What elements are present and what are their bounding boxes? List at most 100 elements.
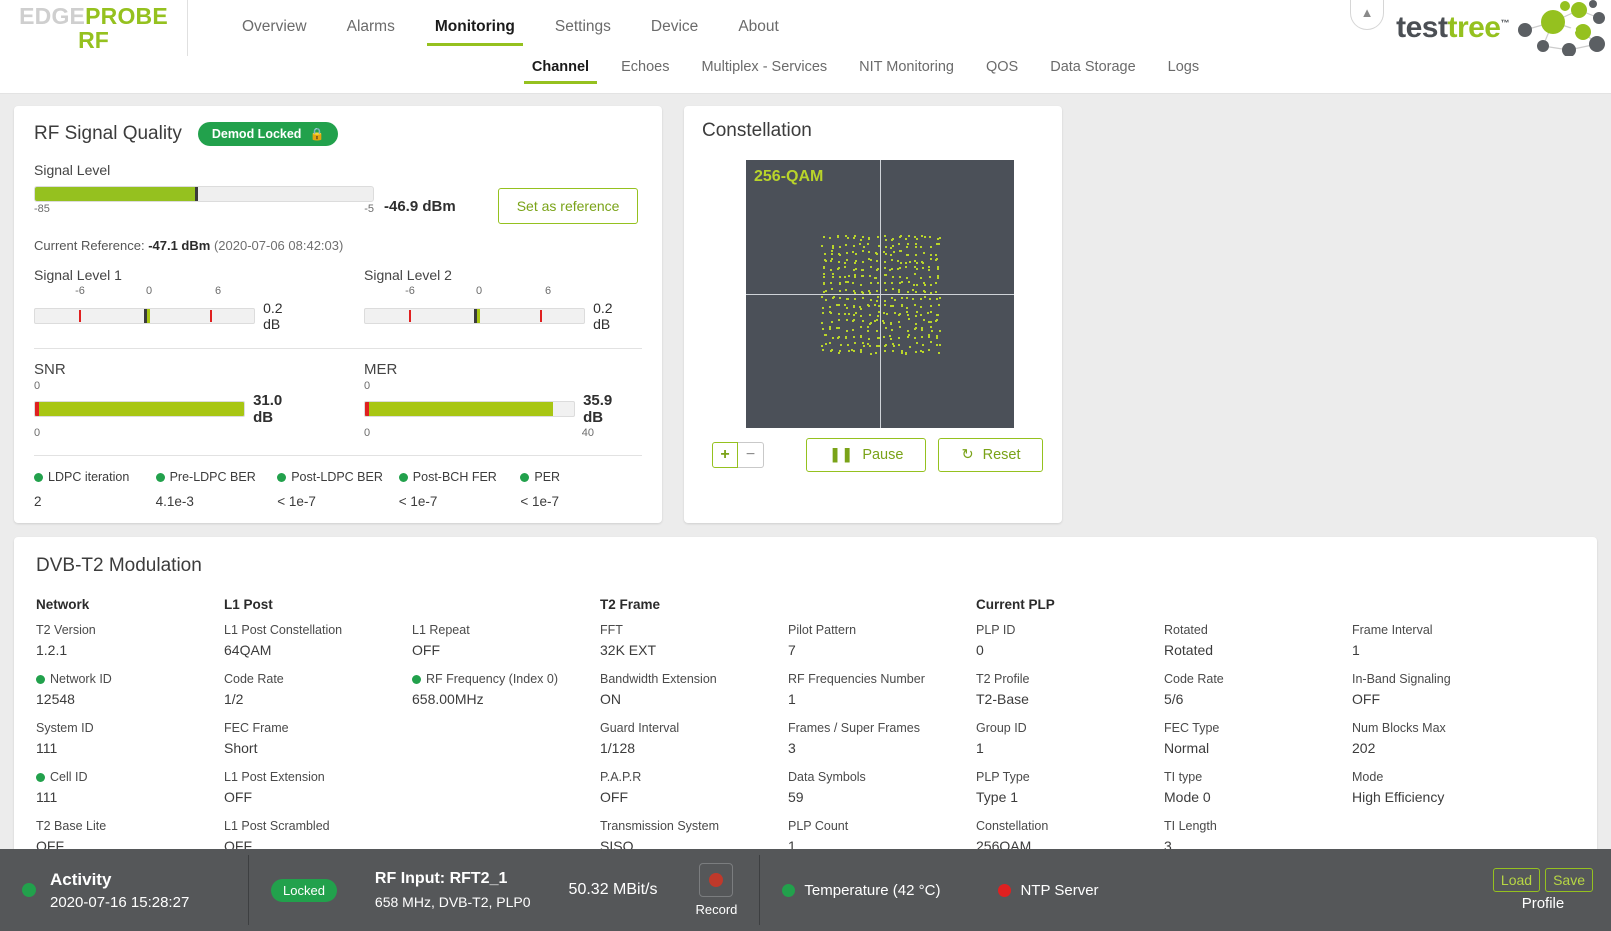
load-profile-button[interactable]: Load [1492, 868, 1541, 892]
dvb-field-label-wrap: P.A.P.R [600, 770, 788, 784]
dvb-field-value: 5/6 [1164, 691, 1184, 707]
profile-section: Load Save Profile [1492, 849, 1611, 931]
dvb-field-label: Code Rate [224, 672, 284, 686]
dvb-group-l1-post: L1 Post L1 Post Constellation 64QAM Code Ra… [224, 597, 600, 849]
level-tick-0: -6 [405, 285, 415, 297]
reset-label: Reset [982, 447, 1021, 463]
dvb-field-label-wrap: Code Rate [1164, 672, 1352, 686]
dvb-field-label-wrap: RF Frequency (Index 0) [412, 672, 600, 686]
brand-text-tree: tree [1447, 11, 1501, 44]
record-control[interactable]: Record [695, 863, 737, 917]
constellation-plot[interactable]: 256-QAM [746, 160, 1014, 428]
dvb-field-label-wrap: L1 Post Scrambled [224, 819, 412, 833]
zoom-in-button[interactable]: + [712, 442, 738, 468]
bitrate-value: 50.32 MBit/s [568, 881, 658, 898]
nav-item-device[interactable]: Device [635, 14, 714, 46]
dvb-group-header: T2 Frame [600, 597, 661, 612]
error-metric-value: 2 [34, 494, 42, 509]
dvb-field-label-wrap: L1 Repeat [412, 623, 600, 637]
dvb-group-header: Network [36, 597, 90, 612]
dvb-field-label-wrap: FEC Type [1164, 721, 1352, 735]
zoom-out-button[interactable]: − [738, 442, 764, 468]
dvb-field-label-wrap: T2 Base Lite [36, 819, 224, 833]
dvb-field-label: Guard Interval [600, 721, 680, 735]
dvb-field-value: Normal [1164, 740, 1210, 756]
dvb-field-label: TI Length [1164, 819, 1217, 833]
dvb-field-label-wrap: Code Rate [224, 672, 412, 686]
activity-status-dot [22, 883, 36, 897]
product-logo: EDGEPROBE RF [0, 0, 188, 56]
tab-data-storage[interactable]: Data Storage [1034, 56, 1151, 84]
dvb-field-label-wrap: L1 Post Extension [224, 770, 412, 784]
signal-level-2-label: Signal Level 2 [364, 267, 452, 283]
nav-item-settings[interactable]: Settings [539, 14, 627, 46]
logo-probe-text: PROBE [85, 2, 168, 29]
save-profile-button[interactable]: Save [1545, 868, 1593, 892]
dvb-field-label: Data Symbols [788, 770, 866, 784]
tab-echoes[interactable]: Echoes [605, 56, 685, 84]
tab-logs[interactable]: Logs [1152, 56, 1215, 84]
pause-button[interactable]: ❚❚ Pause [806, 438, 927, 472]
brand-text-test: test [1396, 11, 1448, 44]
tab-qos[interactable]: QOS [970, 56, 1034, 84]
record-button[interactable] [699, 863, 734, 897]
current-reference-timestamp: (2020-07-06 08:42:03) [213, 238, 344, 253]
dvb-field-value: SISO [600, 838, 634, 849]
dvb-field-value [412, 796, 600, 813]
error-metric-label: PER [534, 470, 561, 484]
status-dot-green-icon [277, 472, 287, 482]
snr-scale: 0 [34, 427, 264, 439]
nav-item-about[interactable]: About [722, 14, 795, 46]
dvb-field-value: 0 [976, 642, 984, 658]
dvb-field-value: 1 [976, 740, 984, 756]
dvb-field-label: System ID [36, 721, 94, 735]
rf-title-row: RF Signal Quality Demod Locked 🔒 [34, 122, 642, 146]
level-cursor [143, 309, 150, 323]
dvb-group-header: Current PLP [976, 597, 1055, 612]
dvb-field-value: Mode 0 [1164, 789, 1211, 805]
status-badge: Demod Locked 🔒 [197, 122, 339, 146]
signal-level-gauge: -85 -5 [34, 186, 374, 215]
reset-button[interactable]: ↻ Reset [938, 438, 1044, 472]
nav-item-overview[interactable]: Overview [226, 14, 323, 46]
error-metric-label: Pre-LDPC BER [169, 470, 256, 484]
signal-level-cursor [195, 187, 199, 201]
error-metric-value: < 1e-7 [520, 494, 560, 509]
signal-level-1-value: 0.2 dB [263, 300, 283, 332]
constellation-points [746, 160, 1014, 428]
rf-input-name: RF Input: RFT2_1 [374, 870, 508, 887]
snr-scale-min: 0 [34, 427, 41, 439]
signal-level-1-gauge: Signal Level 1 -6 0 6 0.2 dB [34, 267, 302, 332]
red-limit-low [408, 310, 411, 322]
tab-channel[interactable]: Channel [516, 56, 605, 84]
status-indicator: NTP Server [998, 882, 1099, 899]
dvb-field-label-wrap: Constellation [976, 819, 1164, 833]
set-as-reference-button[interactable]: Set as reference [497, 188, 639, 224]
nav-item-alarms[interactable]: Alarms [331, 14, 411, 46]
dvb-field-label: Frame Interval [1352, 623, 1433, 637]
error-metric-value: < 1e-7 [277, 494, 316, 509]
mer-bar [364, 401, 576, 417]
dvb-column: Frame Interval 1 In-Band Signaling OFF Num B… [1352, 597, 1540, 849]
dvb-group-t2-frame: T2 Frame FFT 32K EXT Bandwidth Extension ON G… [600, 597, 976, 849]
nav-item-monitoring[interactable]: Monitoring [419, 14, 531, 46]
chevron-up-icon[interactable]: ▲ [1350, 0, 1385, 30]
activity-datetime: 2020-07-16 15:28:27 [50, 893, 190, 911]
dvb-title: DVB-T2 Modulation [36, 555, 202, 576]
signal-level-2-bar [364, 308, 586, 324]
dvb-group-header [788, 597, 976, 623]
tab-nit-monitoring[interactable]: NIT Monitoring [843, 56, 970, 84]
activity-label: Activity [50, 869, 112, 889]
status-dot-green-icon [155, 472, 165, 482]
dvb-field-label-wrap: PLP ID [976, 623, 1164, 637]
dvb-field-value: 1.2.1 [36, 642, 68, 658]
current-reference-value: -47.1 dBm [148, 238, 211, 253]
tab-multiplex-services[interactable]: Multiplex - Services [685, 56, 843, 84]
dvb-group-header [412, 597, 600, 623]
error-metric-head: Pre-LDPC BER [155, 470, 278, 484]
testtree-nodes-icon [1518, 0, 1605, 56]
rf-input-section: Locked RF Input: RFT2_1 658 MHz, DVB-T2,… [249, 849, 759, 931]
system-status-section: Temperature (42 °C) NTP Server [760, 849, 1120, 931]
error-metrics-row: LDPC iteration 2 Pre-LDPC BER 4.1e-3 Post-LD… [34, 470, 642, 509]
record-icon [709, 873, 724, 887]
